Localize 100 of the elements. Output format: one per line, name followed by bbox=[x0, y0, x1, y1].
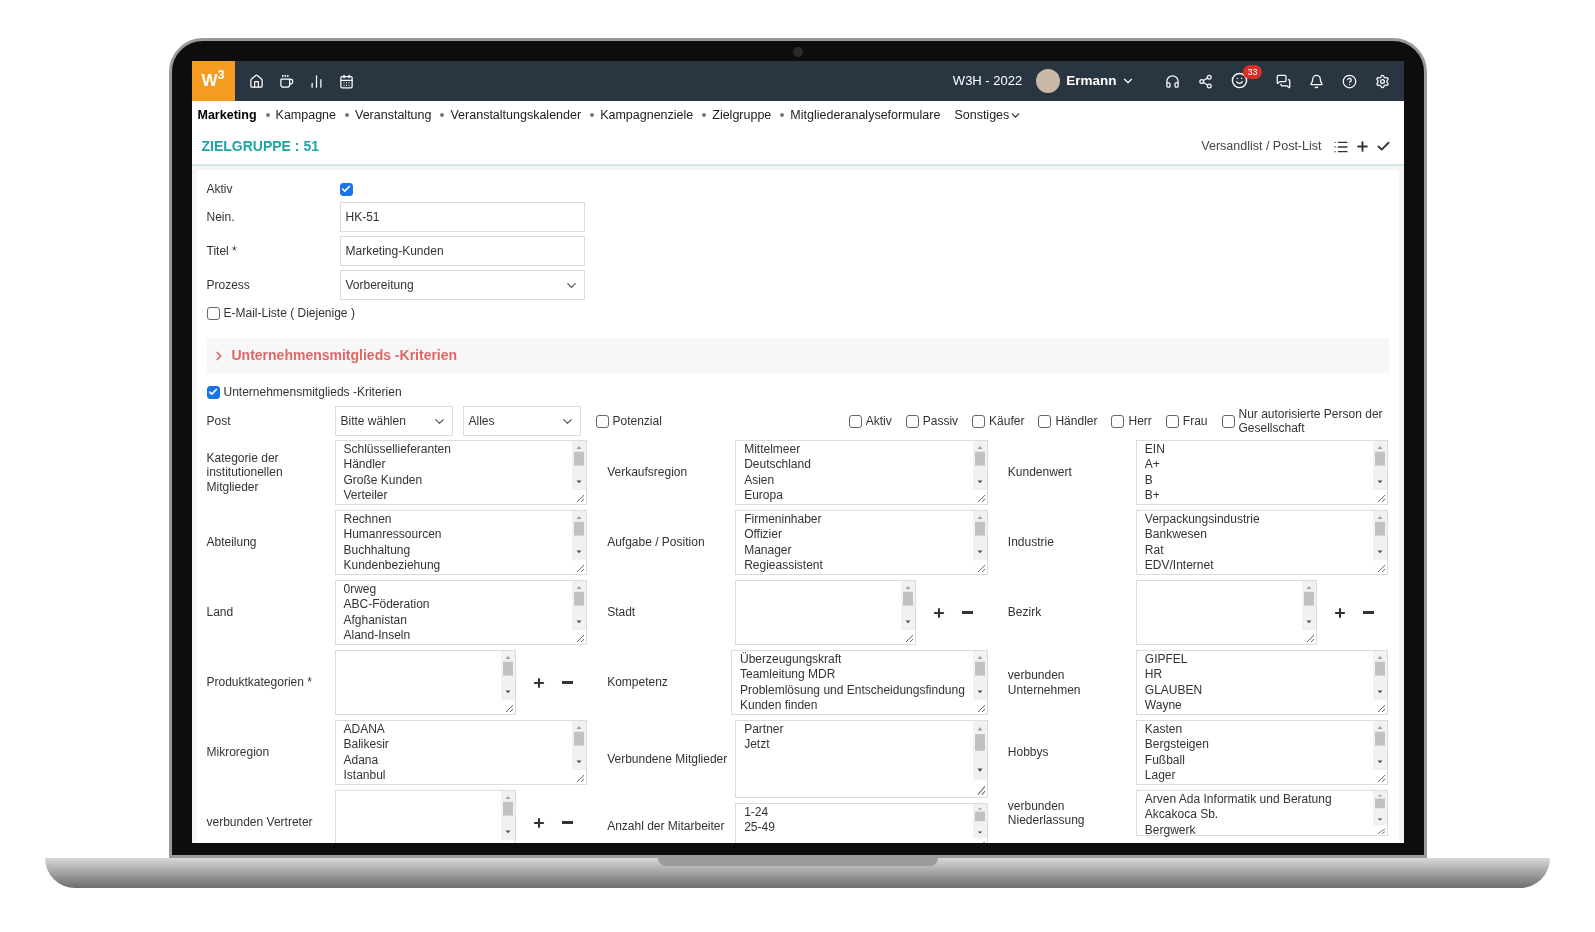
list-option[interactable]: B+ bbox=[1144, 487, 1366, 504]
list-option[interactable]: GLAUBEN bbox=[1144, 682, 1366, 698]
text-input[interactable]: HK-51 bbox=[339, 202, 585, 232]
list-option[interactable]: Problemlösung und Entscheidungsfindung bbox=[740, 682, 965, 698]
scrollbar[interactable] bbox=[572, 721, 587, 784]
scrollbar[interactable] bbox=[1373, 791, 1388, 835]
checkbox[interactable] bbox=[1221, 414, 1235, 428]
list-option[interactable]: Adana bbox=[343, 752, 565, 768]
scrollbar[interactable] bbox=[1373, 651, 1388, 714]
scrollbar[interactable] bbox=[572, 511, 587, 574]
list-box[interactable]: Mittelmeer Deutschland Asien Europa bbox=[735, 440, 988, 505]
menu-item[interactable]: Mitgliederanalyseformulare bbox=[790, 105, 941, 125]
user-menu[interactable]: Ermann bbox=[1066, 70, 1135, 92]
list-box[interactable]: Rechnen Humanressourcen Buchhaltung Kundenbeziehung bbox=[334, 510, 588, 575]
scrollbar[interactable] bbox=[1373, 511, 1388, 574]
scrollbar[interactable] bbox=[972, 511, 987, 574]
list-option[interactable]: Kasten bbox=[1144, 722, 1366, 738]
list-option[interactable]: Buchhaltung bbox=[343, 542, 565, 558]
list-option[interactable]: Regieassistent bbox=[744, 557, 965, 574]
list-box[interactable]: Kasten Bergsteigen Fußball Lager bbox=[1135, 720, 1389, 785]
mailing-list-link[interactable]: Versandlist / Post-List bbox=[1201, 137, 1322, 156]
checkbox[interactable] bbox=[339, 182, 353, 196]
scrollbar[interactable] bbox=[1373, 721, 1388, 784]
checkbox[interactable] bbox=[1038, 414, 1052, 428]
list-option[interactable]: Bergsteigen bbox=[1144, 737, 1366, 753]
scrollbar[interactable] bbox=[500, 791, 515, 843]
scrollbar[interactable] bbox=[1301, 581, 1316, 644]
menu-item[interactable]: Kampagne bbox=[275, 105, 336, 125]
list-option[interactable]: Verteiler bbox=[343, 487, 565, 504]
list-option[interactable]: Partner bbox=[744, 722, 965, 738]
list-option[interactable]: Überzeugungskraft bbox=[740, 652, 965, 668]
menu-item[interactable]: Kampagnenziele bbox=[600, 105, 694, 125]
list-option[interactable]: Schlüssellieferanten bbox=[343, 442, 565, 458]
checkbox[interactable] bbox=[595, 414, 609, 428]
list-box[interactable]: Arven Ada Informatik und Beratung Akcakoca Sb. Bergwerk bbox=[1135, 790, 1389, 836]
list-option[interactable]: EIN bbox=[1144, 442, 1366, 458]
scrollbar[interactable] bbox=[1373, 441, 1388, 504]
list-option[interactable]: EDV/Internet bbox=[1144, 557, 1366, 574]
list-option[interactable]: ABC-Föderation bbox=[343, 597, 565, 613]
scrollbar[interactable] bbox=[572, 441, 587, 504]
scrollbar[interactable] bbox=[972, 651, 987, 714]
scrollbar[interactable] bbox=[972, 441, 987, 504]
menu-item[interactable]: Veranstaltungskalender bbox=[450, 105, 582, 125]
list-option[interactable]: Verpackungsindustrie bbox=[1144, 512, 1366, 528]
list-option[interactable]: Arven Ada Informatik und Beratung bbox=[1144, 792, 1366, 808]
list-option[interactable]: Händler bbox=[343, 457, 565, 473]
list-option[interactable]: Manager bbox=[744, 542, 965, 558]
workspace-label[interactable]: W3H - 2022 bbox=[952, 71, 1023, 91]
list-box[interactable]: EIN A+ B B+ bbox=[1135, 440, 1389, 505]
list-option[interactable]: Rat bbox=[1144, 542, 1366, 558]
list-option[interactable]: Bankwesen bbox=[1144, 527, 1366, 543]
scrollbar[interactable] bbox=[572, 581, 587, 644]
scrollbar[interactable] bbox=[972, 721, 987, 797]
select-field[interactable]: Alles bbox=[462, 406, 581, 436]
list-option[interactable]: Akcakoca Sb. bbox=[1144, 807, 1366, 823]
list-option[interactable]: HR bbox=[1144, 667, 1366, 683]
list-option[interactable]: 1-24 bbox=[744, 805, 965, 821]
list-option[interactable]: Istanbul bbox=[343, 767, 565, 784]
list-option[interactable]: Offizier bbox=[744, 527, 965, 543]
list-option[interactable]: Humanressourcen bbox=[343, 527, 565, 543]
list-box[interactable]: Schlüssellieferanten Händler Große Kunden Verteiler bbox=[334, 440, 588, 505]
list-option[interactable]: Jetzt bbox=[744, 737, 965, 753]
list-box[interactable]: GIPFEL HR GLAUBEN Wayne bbox=[1135, 650, 1389, 715]
checkbox[interactable] bbox=[905, 414, 919, 428]
scrollbar[interactable] bbox=[972, 804, 987, 843]
menu-item[interactable]: Marketing bbox=[197, 105, 257, 125]
list-option[interactable]: Bergwerk bbox=[1144, 822, 1366, 838]
checkbox[interactable] bbox=[1111, 414, 1125, 428]
list-option[interactable]: ADANA bbox=[343, 722, 565, 738]
list-option[interactable]: Kundenbeziehung bbox=[343, 557, 565, 574]
list-option[interactable]: Lager bbox=[1144, 767, 1366, 784]
checkbox[interactable] bbox=[972, 414, 986, 428]
list-option[interactable]: Rechnen bbox=[343, 512, 565, 528]
checkbox[interactable] bbox=[206, 385, 220, 399]
list-option[interactable]: Europa bbox=[744, 487, 965, 504]
list-option[interactable]: Deutschland bbox=[744, 457, 965, 473]
list-option[interactable]: Große Kunden bbox=[343, 472, 565, 488]
list-option[interactable]: Teamleitung MDR bbox=[740, 667, 965, 683]
list-box[interactable]: Partner Jetzt bbox=[735, 720, 988, 798]
menu-item[interactable]: Veranstaltung bbox=[355, 105, 432, 125]
scrollbar[interactable] bbox=[500, 651, 515, 714]
text-input[interactable]: Marketing-Kunden bbox=[339, 236, 585, 266]
list-option[interactable]: Asien bbox=[744, 472, 965, 488]
scrollbar[interactable] bbox=[901, 581, 916, 644]
select-field[interactable]: Vorbereitung bbox=[339, 270, 585, 300]
list-option[interactable]: GIPFEL bbox=[1144, 652, 1366, 668]
select-field[interactable]: Bitte wählen bbox=[334, 406, 453, 436]
list-option[interactable]: Kunden finden bbox=[740, 697, 965, 714]
list-box[interactable]: Verpackungsindustrie Bankwesen Rat EDV/Internet bbox=[1135, 510, 1389, 575]
list-option[interactable]: A+ bbox=[1144, 457, 1366, 473]
menu-item[interactable]: Sonstiges bbox=[954, 105, 1023, 125]
list-option[interactable]: Wayne bbox=[1144, 697, 1366, 714]
list-option[interactable]: Aland-Inseln bbox=[343, 627, 565, 644]
list-option[interactable]: B bbox=[1144, 472, 1366, 488]
menu-item[interactable]: Zielgruppe bbox=[712, 105, 772, 125]
checkbox[interactable] bbox=[206, 306, 220, 320]
list-option[interactable]: 0rweg bbox=[343, 582, 565, 598]
list-option[interactable]: Afghanistan bbox=[343, 612, 565, 628]
list-box[interactable]: 0rweg ABC-Föderation Afghanistan Aland-Inseln bbox=[334, 580, 588, 645]
list-box[interactable]: Firmeninhaber Offizier Manager Regieassistent bbox=[735, 510, 988, 575]
